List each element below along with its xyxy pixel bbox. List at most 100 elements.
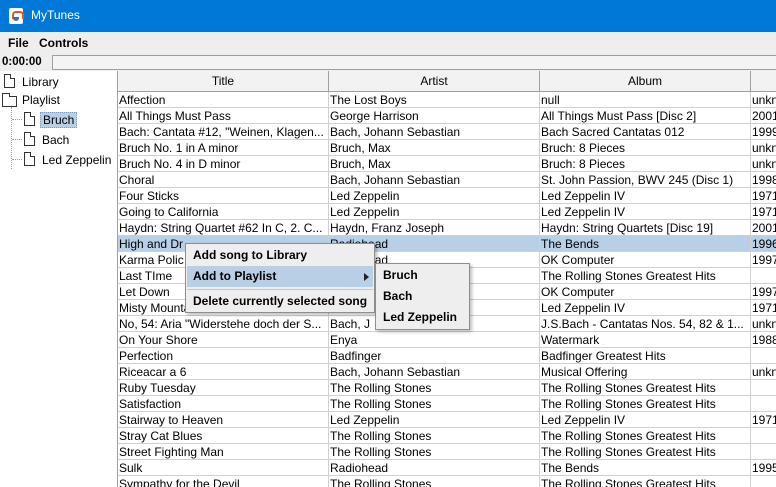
table-row[interactable]: Stairway to Heaven Led Zeppelin Led Zeppel…	[118, 412, 776, 428]
cell-year: 1995	[751, 460, 776, 476]
cell-album: Musical Offering	[540, 364, 751, 380]
cell-year	[751, 348, 776, 364]
table-row[interactable]: Affection The Lost Boys null unkn	[118, 92, 776, 108]
table-row[interactable]: Going to California Led Zeppelin Led Zeppe…	[118, 204, 776, 220]
column-header-album[interactable]: Album	[540, 71, 751, 92]
cell-year: unkn	[751, 140, 776, 156]
submenu-item-bach[interactable]: Bach	[377, 286, 468, 307]
cell-title: Riceacar a 6	[118, 364, 329, 380]
table-row[interactable]: Bruch No. 4 in D minor Bruch, Max Bruch: 8…	[118, 156, 776, 172]
cell-year: 1997	[751, 284, 776, 300]
table-row[interactable]: Sympathy for the Devil The Rolling Stones…	[118, 476, 776, 487]
cell-year: 1996	[751, 236, 776, 252]
tree-node-playlist-bach[interactable]: Bach	[22, 131, 117, 149]
cell-year	[751, 380, 776, 396]
tree-node-playlist-bruch[interactable]: Bruch	[22, 111, 117, 129]
table-row[interactable]: SulkRadioheadThe Bends1995	[118, 460, 776, 476]
column-header-year[interactable]	[751, 71, 776, 92]
cell-title: Street Fighting Man	[118, 444, 329, 460]
document-icon	[24, 112, 35, 126]
table-row[interactable]: Riceacar a 6 Bach, Johann Sebastian Musica…	[118, 364, 776, 380]
cell-year: 2001	[751, 220, 776, 236]
cell-album: J.S.Bach - Cantatas Nos. 54, 82 & 1...	[540, 316, 751, 332]
cell-album: The Rolling Stones Greatest Hits	[540, 268, 751, 284]
table-row[interactable]: Choral Bach, Johann Sebastian St. John Pas…	[118, 172, 776, 188]
document-icon	[4, 74, 15, 88]
cell-artist: Bach, Johann Sebastian	[329, 124, 540, 140]
table-row[interactable]: Ruby Tuesday The Rolling Stones The Rollin…	[118, 380, 776, 396]
cell-album: OK Computer	[540, 284, 751, 300]
table-row[interactable]: On Your ShoreEnyaWatermark1988	[118, 332, 776, 348]
menu-item-delete-selected-song[interactable]: Delete currently selected song	[187, 291, 373, 312]
title-bar: MyTunes	[0, 0, 776, 32]
cell-title: No, 54: Aria "Widerstehe doch der S...	[118, 316, 329, 332]
cell-album: Led Zeppelin IV	[540, 300, 751, 316]
cell-album: The Rolling Stones Greatest Hits	[540, 380, 751, 396]
cell-album: Led Zeppelin IV	[540, 412, 751, 428]
table-row[interactable]: Bruch No. 1 in A minor Bruch, Max Bruch: 8…	[118, 140, 776, 156]
cell-year: 1971	[751, 300, 776, 316]
table-row[interactable]: Four Sticks Led Zeppelin Led Zeppelin IV 19…	[118, 188, 776, 204]
menu-controls[interactable]: Controls	[39, 36, 88, 50]
cell-album: The Rolling Stones Greatest Hits	[540, 396, 751, 412]
cell-album: The Bends	[540, 460, 751, 476]
cell-artist: The Rolling Stones	[329, 476, 540, 487]
cell-artist: Haydn, Franz Joseph	[329, 220, 540, 236]
tree-node-playlist[interactable]: Playlist	[0, 91, 117, 109]
cell-year	[751, 396, 776, 412]
table-row[interactable]: Satisfaction The Rolling Stones The Rollin…	[118, 396, 776, 412]
table-row[interactable]: Bach: Cantata #12, "Weinen, Klagen... Bac…	[118, 124, 776, 140]
menu-file[interactable]: File	[8, 36, 29, 50]
table-row[interactable]: All Things Must Pass George Harrison All T…	[118, 108, 776, 124]
cell-album: The Bends	[540, 236, 751, 252]
column-header-artist[interactable]: Artist	[329, 71, 540, 92]
column-header-title[interactable]: Title	[118, 71, 329, 92]
cell-artist: Badfinger	[329, 348, 540, 364]
player-bar: 0:00:00	[0, 54, 776, 71]
progress-bar[interactable]	[52, 55, 776, 70]
cell-album: The Rolling Stones Greatest Hits	[540, 428, 751, 444]
cell-year: unkn	[751, 364, 776, 380]
cell-artist: Bruch, Max	[329, 140, 540, 156]
cell-year: 1971	[751, 412, 776, 428]
cell-album: Bruch: 8 Pieces	[540, 140, 751, 156]
cell-year	[751, 268, 776, 284]
cell-year: 1988	[751, 332, 776, 348]
cell-title: Sulk	[118, 460, 329, 476]
cell-album: null	[540, 92, 751, 108]
table-row[interactable]: Stray Cat Blues The Rolling Stones The Rol…	[118, 428, 776, 444]
cell-album: Haydn: String Quartets [Disc 19]	[540, 220, 751, 236]
cell-title: Four Sticks	[118, 188, 329, 204]
cell-year: 1999	[751, 124, 776, 140]
cell-artist: Led Zeppelin	[329, 412, 540, 428]
table-row[interactable]: Street Fighting Man The Rolling Stones The…	[118, 444, 776, 460]
submenu-item-bruch[interactable]: Bruch	[377, 265, 468, 286]
cell-artist: The Rolling Stones	[329, 444, 540, 460]
table-row[interactable]: Haydn: String Quartet #62 In C, 2. C... H…	[118, 220, 776, 236]
cell-artist: Led Zeppelin	[329, 188, 540, 204]
cell-year	[751, 476, 776, 487]
menu-item-add-to-playlist[interactable]: Add to Playlist	[187, 266, 373, 287]
cell-year: unkn	[751, 316, 776, 332]
menu-item-add-song-to-library[interactable]: Add song to Library	[187, 245, 373, 266]
cell-title: Choral	[118, 172, 329, 188]
menu-item-label: Add to Playlist	[193, 269, 277, 283]
cell-album: The Rolling Stones Greatest Hits	[540, 444, 751, 460]
tree-node-playlist-led-zeppelin[interactable]: Led Zeppelin	[22, 151, 117, 169]
cell-album: Led Zeppelin IV	[540, 204, 751, 220]
menu-separator	[187, 289, 373, 290]
java-cup-icon	[9, 8, 24, 24]
cell-title: Bach: Cantata #12, "Weinen, Klagen...	[118, 124, 329, 140]
table-header: Title Artist Album	[118, 71, 776, 92]
cell-title: Bruch No. 1 in A minor	[118, 140, 329, 156]
tree-node-library[interactable]: Library	[0, 73, 117, 91]
table-row[interactable]: Perfection Badfinger Badfinger Greatest Hi…	[118, 348, 776, 364]
cell-title: Haydn: String Quartet #62 In C, 2. C...	[118, 220, 329, 236]
tree-node-label: Led Zeppelin	[42, 153, 112, 167]
cell-artist: Bach, Johann Sebastian	[329, 364, 540, 380]
cell-title: Stairway to Heaven	[118, 412, 329, 428]
cell-year: 1971	[751, 204, 776, 220]
cell-year: 2001	[751, 108, 776, 124]
cell-artist: The Lost Boys	[329, 92, 540, 108]
submenu-item-led-zeppelin[interactable]: Led Zeppelin	[377, 307, 468, 328]
